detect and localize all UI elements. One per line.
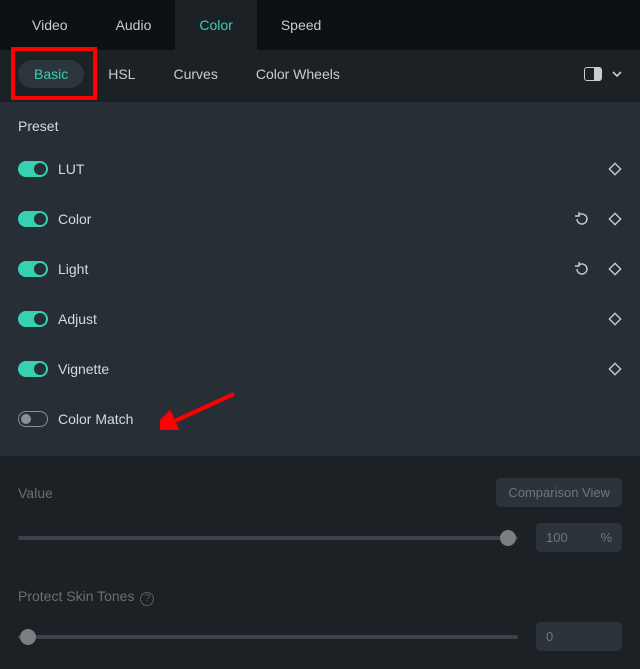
sub-tab-curves[interactable]: Curves xyxy=(173,66,217,82)
row-light: Light xyxy=(18,254,622,284)
main-tab-bar: Video Audio Color Speed xyxy=(0,0,640,50)
tab-video[interactable]: Video xyxy=(8,0,92,50)
label-lut: LUT xyxy=(58,161,84,177)
toggle-color-match[interactable] xyxy=(18,411,48,427)
reset-icon[interactable] xyxy=(574,211,590,227)
toggle-adjust[interactable] xyxy=(18,311,48,327)
row-lut: LUT xyxy=(18,154,622,184)
preset-label: Preset xyxy=(18,118,622,134)
toggle-vignette[interactable] xyxy=(18,361,48,377)
sub-tab-basic[interactable]: Basic xyxy=(18,60,84,88)
label-vignette: Vignette xyxy=(58,361,109,377)
row-vignette: Vignette xyxy=(18,354,622,384)
tab-color[interactable]: Color xyxy=(175,0,256,50)
value-number: 100 xyxy=(546,530,568,545)
keyframe-icon[interactable] xyxy=(608,312,622,326)
chevron-down-icon[interactable] xyxy=(612,69,622,79)
keyframe-icon[interactable] xyxy=(608,262,622,276)
value-unit: % xyxy=(600,530,612,545)
keyframe-icon[interactable] xyxy=(608,362,622,376)
sub-tab-hsl[interactable]: HSL xyxy=(108,66,135,82)
label-light: Light xyxy=(58,261,88,277)
slider-thumb[interactable] xyxy=(500,530,516,546)
row-color-match: Color Match xyxy=(18,404,622,434)
protect-slider[interactable] xyxy=(18,635,518,639)
tab-audio[interactable]: Audio xyxy=(92,0,176,50)
row-color: Color xyxy=(18,204,622,234)
compare-view-icon[interactable] xyxy=(584,67,602,81)
comparison-view-button[interactable]: Comparison View xyxy=(496,478,622,507)
help-icon[interactable]: ? xyxy=(140,592,154,606)
protect-skin-label: Protect Skin Tones? xyxy=(18,588,154,606)
row-adjust: Adjust xyxy=(18,304,622,334)
slider-thumb[interactable] xyxy=(20,629,36,645)
label-color-row: Color xyxy=(58,211,91,227)
tab-speed[interactable]: Speed xyxy=(257,0,345,50)
sub-tab-bar: Basic HSL Curves Color Wheels xyxy=(0,50,640,98)
keyframe-icon[interactable] xyxy=(608,212,622,226)
value-label: Value xyxy=(18,485,53,501)
protect-number-box[interactable]: 0 xyxy=(536,622,622,651)
toggle-color[interactable] xyxy=(18,211,48,227)
value-slider[interactable] xyxy=(18,536,518,540)
sub-tab-color-wheels[interactable]: Color Wheels xyxy=(256,66,340,82)
lower-section: Value Comparison View 100 % Protect Skin… xyxy=(0,456,640,669)
label-color-match: Color Match xyxy=(58,411,133,427)
protect-number: 0 xyxy=(546,629,553,644)
value-number-box[interactable]: 100 % xyxy=(536,523,622,552)
keyframe-icon[interactable] xyxy=(608,162,622,176)
toggle-lut[interactable] xyxy=(18,161,48,177)
label-adjust: Adjust xyxy=(58,311,97,327)
toggle-light[interactable] xyxy=(18,261,48,277)
reset-icon[interactable] xyxy=(574,261,590,277)
basic-panel: Preset LUT Color Light xyxy=(0,102,640,456)
